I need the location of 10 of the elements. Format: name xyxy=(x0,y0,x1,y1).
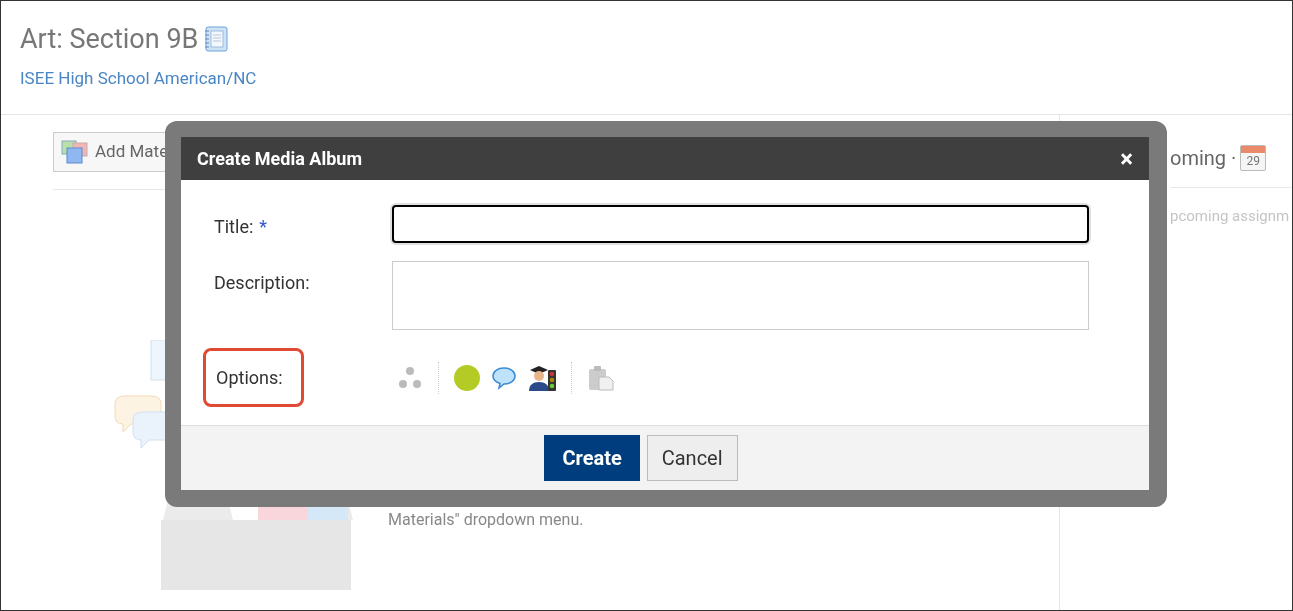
upcoming-heading: oming · xyxy=(1170,144,1237,172)
field-label: Description: xyxy=(214,271,310,295)
options-label: Options: xyxy=(203,348,304,407)
page-title: Art: Section 9B xyxy=(20,25,199,53)
calendar-icon: 29 xyxy=(1240,144,1267,171)
empty-message: pcoming assignm xyxy=(1170,205,1291,227)
materials-hint: Materials" dropdown menu. xyxy=(388,508,584,528)
dialog-title: Create Media Album xyxy=(197,147,362,171)
field-label: Title: xyxy=(214,215,254,239)
required-mark: * xyxy=(259,215,268,239)
